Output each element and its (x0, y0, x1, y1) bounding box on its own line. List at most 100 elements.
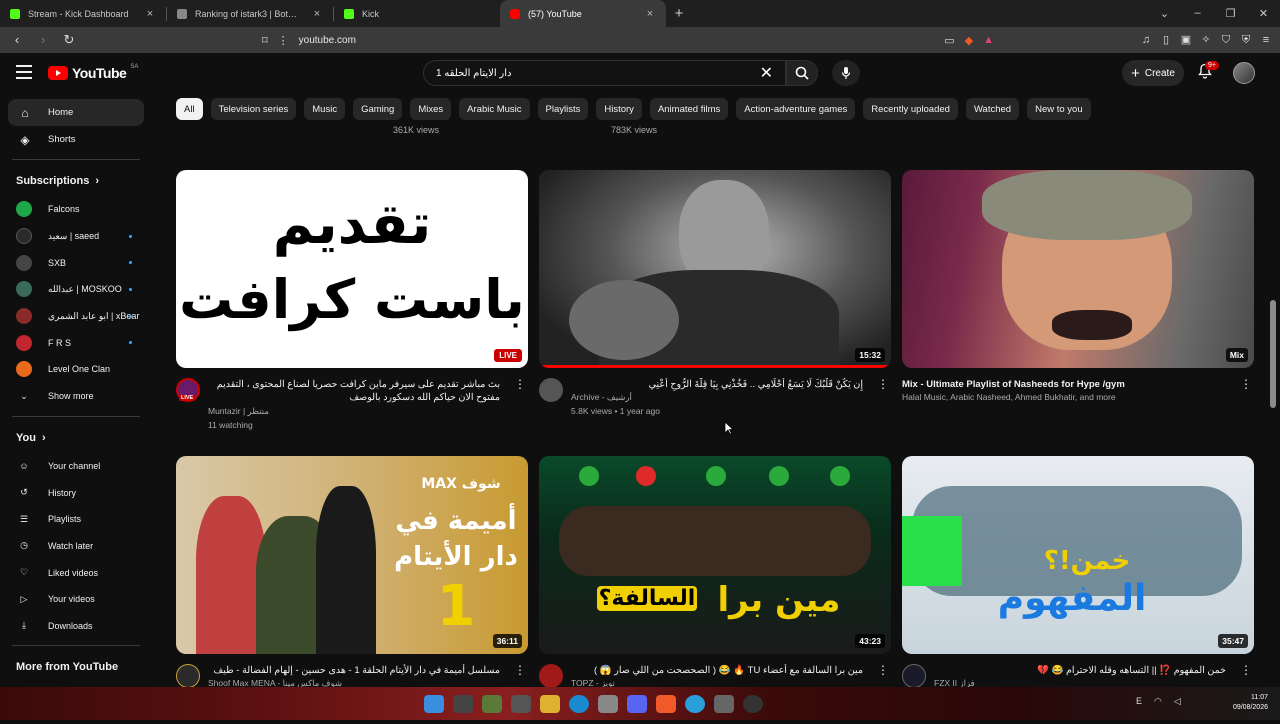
telegram-icon[interactable] (685, 695, 705, 713)
forward-icon[interactable]: › (32, 30, 54, 50)
chip[interactable]: Action-adventure games (736, 98, 856, 120)
back-icon[interactable]: ‹ (6, 30, 28, 50)
task-view-icon[interactable] (511, 695, 531, 713)
edge-icon[interactable] (569, 695, 589, 713)
channel-name[interactable]: Archive - أرشيف (571, 392, 863, 403)
tab-close-icon[interactable]: × (311, 8, 323, 20)
browser-tab-active[interactable]: (57) YouTube × (500, 0, 666, 27)
tab-close-icon[interactable]: × (144, 8, 156, 20)
chip[interactable]: Playlists (537, 98, 589, 120)
settings-icon[interactable] (714, 695, 734, 713)
music-icon[interactable]: ♫ (1138, 30, 1154, 50)
show-more-button[interactable]: ⌄ Show more (0, 383, 152, 410)
video-title[interactable]: Mix - Ultimate Playlist of Nasheeds for … (902, 378, 1226, 391)
channel-avatar[interactable] (539, 664, 563, 688)
video-title[interactable]: إِن يَكُنْ قَلْبُكَ لَا يَسَعُ أَحْلَامِ… (571, 378, 863, 391)
video-title[interactable]: مين برا السالفة مع أعضاء TU 🔥 😂 ( الصحصح… (571, 664, 863, 677)
video-card[interactable]: 15:32 إِن يَكُنْ قَلْبُكَ لَا يَسَعُ أَح… (539, 170, 891, 438)
you-heading[interactable]: You › (0, 423, 152, 453)
video-title[interactable]: بث مباشر تقديم على سيرفر ماين كرافت حصري… (208, 378, 500, 404)
sidebar-item-home[interactable]: ⌂ Home (8, 99, 144, 126)
chip[interactable]: Gaming (353, 98, 403, 120)
taskbar-clock[interactable]: 11:07 09/08/2026 (1233, 693, 1268, 713)
video-card[interactable]: خمن!؟ المفهوم 35:47 خمن المفهوم ⁉️ || ال… (902, 456, 1254, 724)
chip[interactable]: Television series (210, 98, 297, 120)
channel-avatar[interactable] (539, 378, 563, 402)
notifications-button[interactable]: 9+ (1195, 61, 1219, 83)
address-bar[interactable]: ⌑ ⋮ youtube.com ▭ ◆ ▲ (254, 30, 1002, 50)
sidebar-item-shorts[interactable]: ◈ Shorts (0, 126, 152, 153)
reload-icon[interactable]: ↻ (58, 30, 80, 50)
menu-icon[interactable]: ≡ (1258, 30, 1274, 50)
channel-avatar[interactable] (902, 664, 926, 688)
voice-search-button[interactable] (832, 60, 860, 86)
widgets-icon[interactable] (482, 695, 502, 713)
video-thumbnail[interactable]: 15:32 (539, 170, 891, 368)
close-window-icon[interactable]: ✕ (1247, 7, 1280, 20)
search-input[interactable]: دار الايتام الحلقه 1 ✕ (423, 60, 786, 86)
clear-search-icon[interactable]: ✕ (760, 63, 773, 83)
volume-icon[interactable]: ◁ (1174, 696, 1181, 707)
wallet-icon[interactable]: ▣ (1178, 30, 1194, 50)
browser-tab[interactable]: Kick (334, 0, 500, 27)
video-thumbnail[interactable]: شوف MAX أميمة في دار الأيتام 1 36:11 (176, 456, 528, 654)
chip[interactable]: Recently uploaded (863, 98, 958, 120)
shield-icon[interactable]: ⛨ (1238, 30, 1254, 50)
sidebar-item-playlists[interactable]: ☰ Playlists (0, 506, 152, 533)
vpn-icon[interactable]: ⛉ (1218, 30, 1234, 50)
browser-tab[interactable]: Ranking of istark3 | BotRix — Cloud × (167, 0, 333, 27)
cast-icon[interactable]: ▭ (944, 34, 954, 47)
more-actions-icon[interactable]: ⋮ (1240, 664, 1252, 676)
channel-avatar[interactable] (176, 664, 200, 688)
subscription-item[interactable]: عبدالله | MOSKOO (0, 276, 152, 303)
chip[interactable]: History (596, 98, 642, 120)
more-actions-icon[interactable]: ⋮ (877, 378, 889, 390)
tab-list-chevron-icon[interactable]: ⌄ (1148, 7, 1181, 20)
new-tab-button[interactable]: + (666, 5, 692, 22)
search-icon[interactable] (453, 695, 473, 713)
youtube-logo[interactable]: YouTube SA (48, 64, 138, 81)
store-icon[interactable] (598, 695, 618, 713)
more-actions-icon[interactable]: ⋮ (514, 664, 526, 676)
more-actions-icon[interactable]: ⋮ (877, 664, 889, 676)
more-actions-icon[interactable]: ⋮ (1240, 378, 1252, 390)
chip[interactable]: Watched (965, 98, 1020, 120)
video-thumbnail[interactable]: تقديم باست كرافت LIVE (176, 170, 528, 368)
wifi-icon[interactable]: ◠ (1154, 696, 1162, 707)
search-button[interactable] (786, 60, 818, 86)
subscription-item[interactable]: Level One Clan (0, 356, 152, 383)
sidebar-item-downloads[interactable]: ⤓ Downloads (0, 613, 152, 640)
extensions-icon[interactable]: ✧ (1198, 30, 1214, 50)
lang-indicator[interactable]: E (1136, 696, 1142, 707)
more-actions-icon[interactable]: ⋮ (514, 378, 526, 390)
chip[interactable]: Animated films (649, 98, 729, 120)
bookmark-icon[interactable]: ⌑ (262, 34, 268, 47)
subscription-item[interactable]: F R S (0, 329, 152, 356)
chip-all[interactable]: All (176, 98, 203, 120)
create-button[interactable]: + Create (1122, 60, 1184, 86)
sidebar-item-watch-later[interactable]: ◷ Watch later (0, 533, 152, 560)
subscription-item[interactable]: ابو عابد الشمري | xBear (0, 303, 152, 330)
maximize-icon[interactable]: ❐ (1214, 7, 1247, 20)
subscriptions-heading[interactable]: Subscriptions › (0, 166, 152, 196)
chip[interactable]: Arabic Music (459, 98, 530, 120)
file-explorer-icon[interactable] (540, 695, 560, 713)
sidebar-item-liked-videos[interactable]: ♡ Liked videos (0, 559, 152, 586)
brave-icon[interactable] (656, 695, 676, 713)
chip[interactable]: New to you (1027, 98, 1091, 120)
video-thumbnail[interactable]: خمن!؟ المفهوم 35:47 (902, 456, 1254, 654)
guide-menu-icon[interactable] (16, 65, 32, 79)
brave-shield-icon[interactable]: ◆ (965, 34, 973, 47)
discord-icon[interactable] (627, 695, 647, 713)
video-title[interactable]: خمن المفهوم ⁉️ || التساهه وقله الاحترام … (934, 664, 1226, 677)
start-icon[interactable] (424, 695, 444, 713)
channel-names[interactable]: Halal Music, Arabic Nasheed, Ahmed Bukha… (902, 392, 1226, 402)
obs-icon[interactable] (743, 695, 763, 713)
chip[interactable]: Music (304, 98, 346, 120)
video-card[interactable]: شوف MAX أميمة في دار الأيتام 1 36:11 مسل… (176, 456, 528, 724)
video-card[interactable]: مين برا السالفة؟ 43:23 مين برا السالفة م… (539, 456, 891, 724)
site-info-icon[interactable]: ⋮ (278, 34, 289, 47)
subscription-item[interactable]: Falcons (0, 196, 152, 223)
video-title[interactable]: مسلسل أميمة في دار الأيتام الحلقة 1 - هد… (208, 664, 500, 677)
chip[interactable]: Mixes (410, 98, 452, 120)
